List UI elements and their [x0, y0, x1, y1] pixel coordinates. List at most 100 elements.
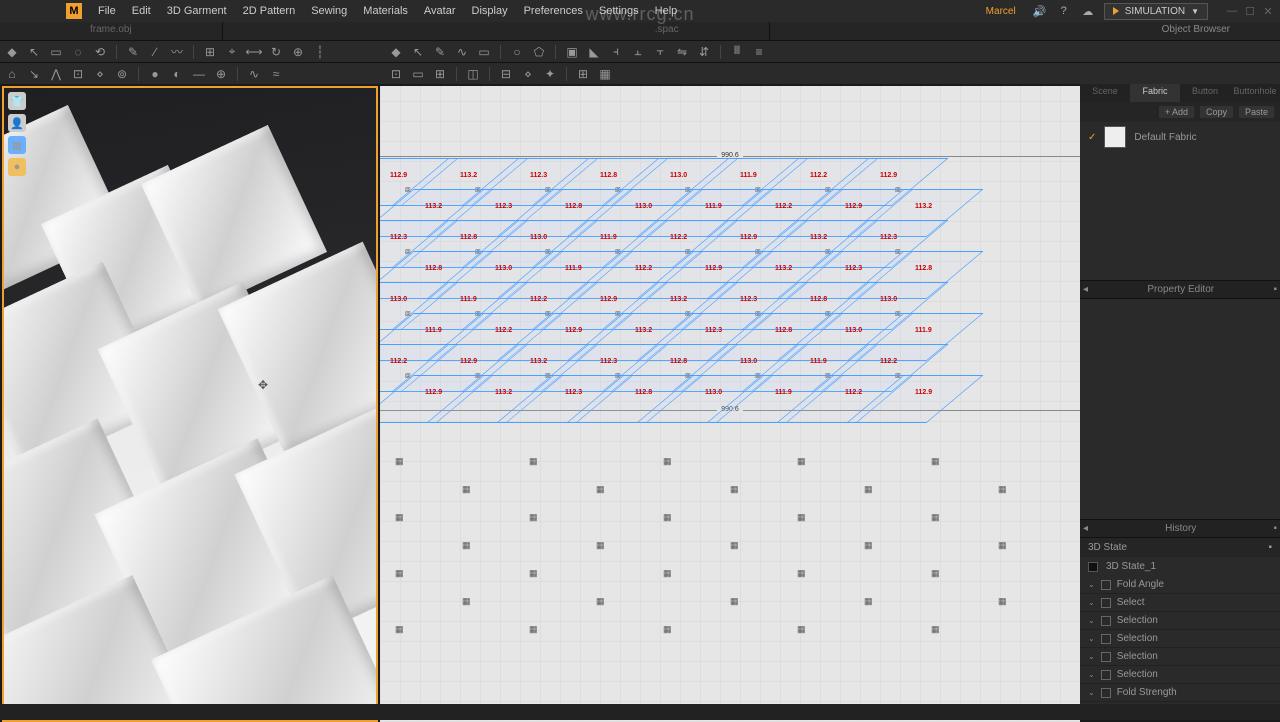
sound-icon[interactable]: 🔊: [1032, 3, 1048, 19]
tool-measure[interactable]: ⟷: [246, 44, 262, 60]
tool-pin[interactable]: ⟲: [92, 44, 108, 60]
tool-grid[interactable]: ⊞: [202, 44, 218, 60]
history-checkbox[interactable]: [1101, 616, 1111, 626]
tool-2d-align-l[interactable]: ⫞: [608, 44, 624, 60]
menu-file[interactable]: File: [90, 5, 124, 17]
state-item-row[interactable]: 3D State_1: [1080, 557, 1280, 576]
tool2-2d-e[interactable]: ⊟: [498, 66, 514, 82]
tool-2d-align-c[interactable]: ⫠: [630, 44, 646, 60]
tool2-h[interactable]: ◐: [169, 66, 185, 82]
history-checkbox[interactable]: [1101, 652, 1111, 662]
tool2-j[interactable]: ⊕: [213, 66, 229, 82]
tool2-a[interactable]: ⌂: [4, 66, 20, 82]
chevron-down-icon[interactable]: ⌄: [1088, 634, 1095, 643]
tab-scene[interactable]: Scene: [1080, 84, 1130, 102]
chevron-down-icon[interactable]: ⌄: [1088, 598, 1095, 607]
history-item[interactable]: ⌄Selection: [1080, 612, 1280, 630]
tool-2d-circle[interactable]: ○: [509, 44, 525, 60]
tab-fabric[interactable]: Fabric: [1130, 84, 1180, 102]
menu-preferences[interactable]: Preferences: [516, 5, 591, 17]
tool-select-2d[interactable]: ◆: [388, 44, 404, 60]
tool-box[interactable]: ▭: [48, 44, 64, 60]
state-menu-icon[interactable]: ▪: [1268, 542, 1272, 553]
menu-display[interactable]: Display: [464, 5, 516, 17]
paste-button[interactable]: Paste: [1239, 106, 1274, 118]
history-item[interactable]: ⌄Selection: [1080, 648, 1280, 666]
history-checkbox[interactable]: [1101, 598, 1111, 608]
tool2-g[interactable]: ●: [147, 66, 163, 82]
chevron-down-icon[interactable]: ⌄: [1088, 652, 1095, 661]
tool-2d-align-r[interactable]: ⫟: [652, 44, 668, 60]
tool-curve[interactable]: 〰: [169, 44, 185, 60]
fabric-list-item[interactable]: ✓ Default Fabric: [1080, 122, 1280, 152]
property-editor-header[interactable]: ◂ Property Editor ▪: [1080, 280, 1280, 299]
collapse-left-icon[interactable]: ◂: [1083, 284, 1088, 295]
tool-2d-flip-h[interactable]: ⇋: [674, 44, 690, 60]
maximize-icon[interactable]: ☐: [1244, 5, 1256, 17]
history-checkbox[interactable]: [1101, 580, 1111, 590]
tool2-2d-a[interactable]: ⊡: [388, 66, 404, 82]
tool-2d-flip-v[interactable]: ⇵: [696, 44, 712, 60]
body-toggle-icon[interactable]: 👤: [8, 114, 26, 132]
menu-edit[interactable]: Edit: [124, 5, 159, 17]
tool-line[interactable]: ∕: [147, 44, 163, 60]
chevron-down-icon[interactable]: ⌄: [1088, 688, 1095, 697]
user-name[interactable]: Marcel: [978, 6, 1024, 17]
history-checkbox[interactable]: [1101, 634, 1111, 644]
tool-2d-fill[interactable]: ▣: [564, 44, 580, 60]
menu-2d-pattern[interactable]: 2D Pattern: [235, 5, 304, 17]
menu-settings[interactable]: Settings: [591, 5, 647, 17]
tool-2d-rect[interactable]: ▭: [476, 44, 492, 60]
menu-sewing[interactable]: Sewing: [303, 5, 355, 17]
tool-2d-pen[interactable]: ✎: [432, 44, 448, 60]
tool-lasso[interactable]: ◌: [70, 44, 86, 60]
minimize-icon[interactable]: —: [1226, 5, 1238, 17]
tool-select-3d[interactable]: ◆: [4, 44, 20, 60]
tool2-i[interactable]: —: [191, 66, 207, 82]
tool2-2d-i[interactable]: ▦: [597, 66, 613, 82]
tool2-k[interactable]: ∿: [246, 66, 262, 82]
tool2-2d-g[interactable]: ✦: [542, 66, 558, 82]
tool2-f[interactable]: ⊚: [114, 66, 130, 82]
tab-3d-file[interactable]: frame.obj: [0, 22, 223, 40]
chevron-down-icon[interactable]: ⌄: [1088, 580, 1095, 589]
arrange-toggle-icon[interactable]: ●: [8, 158, 26, 176]
history-item[interactable]: ⌄Fold Strength: [1080, 684, 1280, 702]
menu-dots-icon[interactable]: ▪: [1273, 284, 1277, 295]
menu-avatar[interactable]: Avatar: [416, 5, 464, 17]
tool2-2d-c[interactable]: ⊞: [432, 66, 448, 82]
history-checkbox[interactable]: [1101, 688, 1111, 698]
tool-2d-poly[interactable]: ⬠: [531, 44, 547, 60]
tool2-b[interactable]: ↘: [26, 66, 42, 82]
avatar-toggle-icon[interactable]: 👕: [8, 92, 26, 110]
history-item[interactable]: ⌄Fold Angle: [1080, 576, 1280, 594]
chevron-down-icon[interactable]: ⌄: [1088, 670, 1095, 679]
menu-dots-icon-2[interactable]: ▪: [1273, 523, 1277, 534]
tool2-d[interactable]: ⊡: [70, 66, 86, 82]
help-icon[interactable]: ?: [1056, 3, 1072, 19]
tool-2d-move[interactable]: ↖: [410, 44, 426, 60]
tool2-l[interactable]: ≈: [268, 66, 284, 82]
history-item[interactable]: ⌄Selection: [1080, 666, 1280, 684]
simulation-button[interactable]: SIMULATION ▼: [1104, 3, 1208, 20]
collapse-left-icon-2[interactable]: ◂: [1083, 523, 1088, 534]
copy-button[interactable]: Copy: [1200, 106, 1233, 118]
tool-2d-dart[interactable]: ◣: [586, 44, 602, 60]
tab-2d-file[interactable]: .spac: [565, 22, 770, 40]
tool2-2d-f[interactable]: ⋄: [520, 66, 536, 82]
viewport-2d[interactable]: 990.6 990.6 112.9⧈113.2⧈112.3⧈112.8⧈113.…: [380, 86, 1080, 722]
tool2-2d-h[interactable]: ⊞: [575, 66, 591, 82]
history-header[interactable]: ◂ History ▪: [1080, 519, 1280, 538]
tool-2d-curve[interactable]: ∿: [454, 44, 470, 60]
mesh-toggle-icon[interactable]: ▦: [8, 136, 26, 154]
menu-3d-garment[interactable]: 3D Garment: [159, 5, 235, 17]
add-button[interactable]: + Add: [1159, 106, 1194, 118]
chevron-down-icon[interactable]: ⌄: [1088, 616, 1095, 625]
tool2-2d-b[interactable]: ▭: [410, 66, 426, 82]
tab-button[interactable]: Button: [1180, 84, 1230, 102]
tool-2d-ruler[interactable]: 𝍫: [729, 44, 745, 60]
tab-buttonhole[interactable]: Buttonhole: [1230, 84, 1280, 102]
tool-more[interactable]: ┆: [312, 44, 328, 60]
tool-zoom[interactable]: ⊕: [290, 44, 306, 60]
tool2-e[interactable]: ⋄: [92, 66, 108, 82]
